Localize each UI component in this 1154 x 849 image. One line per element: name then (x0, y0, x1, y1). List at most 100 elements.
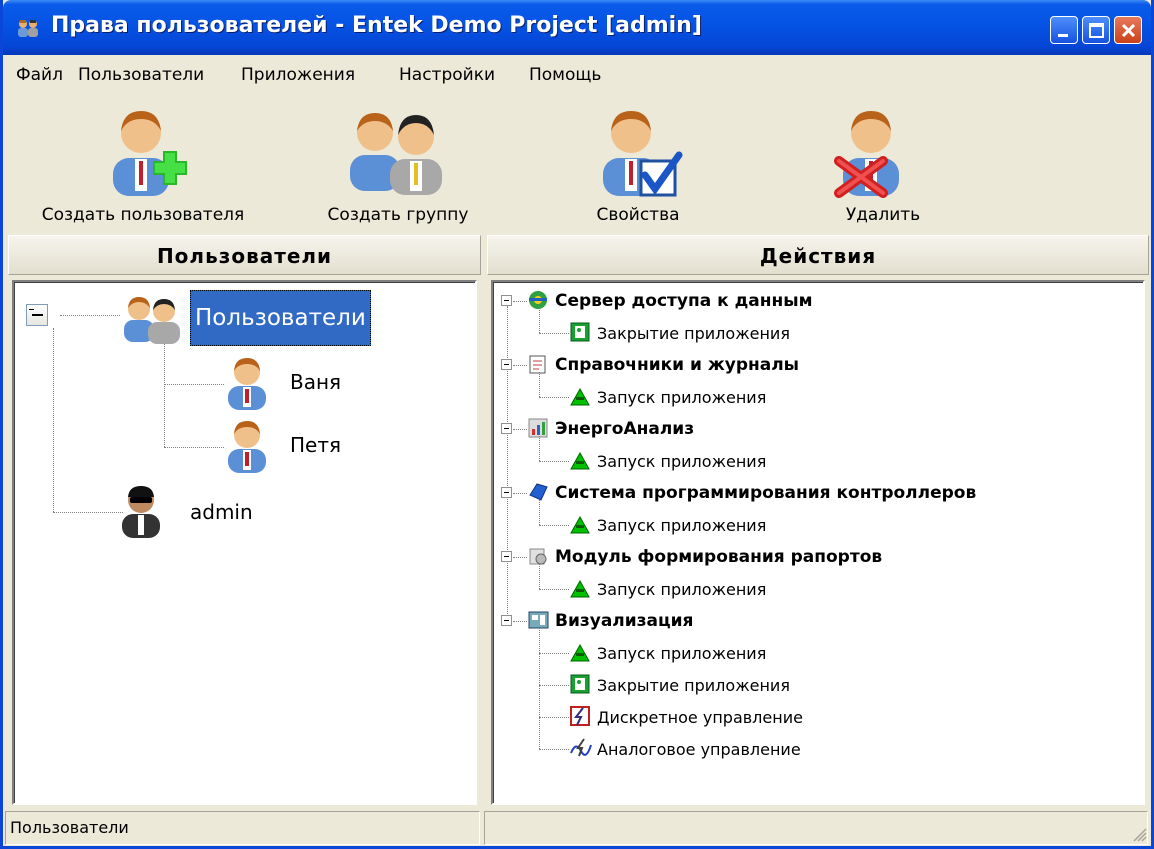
tree-line (164, 337, 165, 447)
close-icon (1121, 23, 1136, 38)
tree-line (539, 525, 569, 526)
tree-line (539, 436, 540, 461)
action-item-label[interactable]: Запуск приложения (597, 580, 766, 599)
app-launch-icon (570, 451, 590, 470)
delete-icon (834, 111, 899, 198)
app-close-icon (570, 322, 590, 342)
create-user-icon (113, 111, 187, 196)
action-item-label[interactable]: Запуск приложения (597, 452, 766, 471)
action-group-label[interactable]: Система программирования контроллеров (555, 483, 976, 503)
properties-label: Свойства (596, 205, 680, 225)
app-close-icon (570, 674, 590, 694)
action-item-label[interactable]: Запуск приложения (597, 516, 766, 535)
tree-line (513, 493, 527, 494)
status-left: Пользователи (5, 811, 480, 845)
tree-line (164, 447, 224, 448)
delete-button[interactable]: Удалить (808, 93, 958, 233)
admin-user-icon (122, 486, 160, 538)
action-item-label[interactable]: Закрытие приложения (597, 324, 790, 343)
tree-line (539, 500, 540, 525)
tree-line (539, 564, 540, 589)
collapse-group-toggle[interactable] (501, 295, 512, 306)
app-launch-icon (570, 515, 590, 534)
users-panel: Пользователи Пользователи Ваня Петя admi… (8, 235, 481, 805)
collapse-group-toggle[interactable] (501, 551, 512, 562)
collapse-users-toggle[interactable] (26, 304, 48, 326)
users-app-icon (18, 20, 38, 37)
action-item-label[interactable]: Дискретное управление (597, 708, 803, 727)
title-bar[interactable]: Права пользователей - Entek Demo Project… (3, 0, 1151, 55)
menu-applications[interactable]: Приложения (241, 65, 355, 85)
tree-line (513, 301, 527, 302)
menu-users[interactable]: Пользователи (78, 65, 204, 85)
tree-line (539, 372, 540, 397)
collapse-group-toggle[interactable] (501, 359, 512, 370)
actions-tree[interactable]: Сервер доступа к данным Закрытие приложен… (491, 280, 1145, 805)
app-window: Права пользователей - Entek Demo Project… (0, 0, 1154, 849)
group-icon (124, 297, 180, 344)
tree-line (513, 365, 527, 366)
create-group-label: Создать группу (327, 205, 469, 225)
user-icon (228, 421, 266, 473)
app-launch-icon (570, 643, 590, 662)
collapse-group-toggle[interactable] (501, 423, 512, 434)
maximize-icon (1089, 23, 1104, 38)
action-group-label[interactable]: Модуль формирования рапортов (555, 547, 882, 567)
minimize-icon (1058, 34, 1068, 37)
users-tree[interactable]: Пользователи Ваня Петя admin (12, 280, 477, 805)
tree-line (539, 589, 569, 590)
tree-line (539, 308, 540, 333)
collapse-group-toggle[interactable] (501, 615, 512, 626)
action-group-label[interactable]: ЭнергоАнализ (555, 419, 694, 439)
properties-button[interactable]: Свойства (563, 93, 713, 233)
maximize-button[interactable] (1082, 16, 1110, 44)
resize-grip-icon[interactable] (1131, 826, 1147, 842)
tree-line (539, 461, 569, 462)
tree-line (513, 429, 527, 430)
actions-panel: Действия Сервер доступа к данным Закрытие… (487, 235, 1149, 805)
action-group-label[interactable]: Справочники и журналы (555, 355, 799, 375)
close-button[interactable] (1114, 16, 1142, 44)
app-launch-icon (570, 387, 590, 406)
menu-settings[interactable]: Настройки (399, 65, 495, 85)
status-right (484, 811, 1148, 845)
tree-line (539, 653, 569, 654)
user-label-vanya: Ваня (290, 370, 342, 394)
analog-control-icon (570, 738, 592, 757)
tree-line (53, 512, 123, 513)
tree-line (539, 628, 540, 749)
action-item-label[interactable]: Аналоговое управление (597, 740, 801, 759)
collapse-group-toggle[interactable] (501, 487, 512, 498)
tree-line (513, 621, 527, 622)
users-panel-header: Пользователи (8, 235, 481, 275)
status-bar: Пользователи (3, 808, 1151, 846)
minimize-button[interactable] (1050, 16, 1078, 44)
tree-line (539, 685, 569, 686)
tree-line (539, 333, 569, 334)
tree-line (164, 384, 224, 385)
menu-help[interactable]: Помощь (529, 65, 601, 85)
toolbar: Создать пользователя Создать группу Свой… (3, 93, 1151, 233)
tree-line (53, 328, 54, 512)
create-user-button[interactable]: Создать пользователя (23, 93, 263, 233)
create-group-button[interactable]: Создать группу (298, 93, 498, 233)
properties-icon (603, 111, 683, 197)
action-group-label[interactable]: Сервер доступа к данным (555, 291, 813, 311)
app-launch-icon (570, 579, 590, 598)
tree-line (539, 749, 569, 750)
action-group-label[interactable]: Визуализация (555, 611, 693, 631)
tree-line (539, 397, 569, 398)
tree-line (513, 557, 527, 558)
tree-line (507, 306, 508, 626)
menu-file[interactable]: Файл (16, 65, 63, 85)
tree-line (60, 315, 120, 316)
action-item-label[interactable]: Запуск приложения (597, 388, 766, 407)
create-group-icon (350, 113, 442, 195)
window-title: Права пользователей - Entek Demo Project… (51, 13, 702, 38)
action-item-label[interactable]: Закрытие приложения (597, 676, 790, 695)
discrete-control-icon (570, 706, 590, 726)
create-user-label: Создать пользователя (41, 205, 245, 225)
user-label-admin: admin (190, 500, 253, 524)
actions-panel-header: Действия (487, 235, 1149, 275)
action-item-label[interactable]: Запуск приложения (597, 644, 766, 663)
